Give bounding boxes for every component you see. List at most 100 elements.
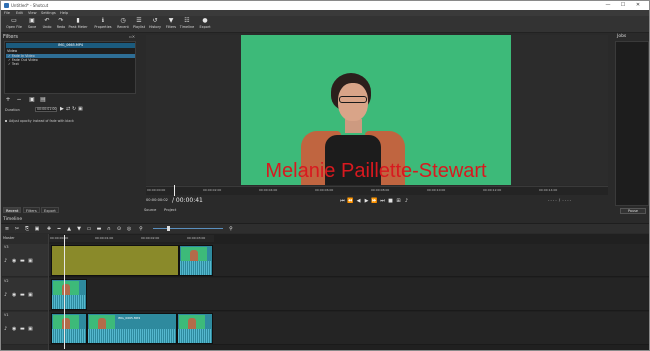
menu-file[interactable]: File: [4, 11, 10, 15]
menu-help[interactable]: Help: [60, 11, 68, 15]
step-back-icon[interactable]: ◀: [355, 198, 362, 204]
lock-icon[interactable]: ▣: [28, 326, 34, 332]
keyframe-icon[interactable]: ▶: [60, 107, 65, 112]
pause-jobs-button[interactable]: Pause: [620, 208, 646, 214]
menu-edit[interactable]: Edit: [16, 11, 23, 15]
tab-filters[interactable]: Filters: [23, 207, 40, 213]
fast-forward-icon[interactable]: ⏩: [371, 198, 378, 204]
skip-previous-icon[interactable]: ⏮: [339, 198, 346, 204]
player-playhead[interactable]: [174, 185, 175, 196]
tab-source[interactable]: Source: [144, 208, 156, 212]
tab-export[interactable]: Export: [41, 207, 59, 213]
paste-icon[interactable]: ▣: [34, 226, 40, 232]
lift-icon[interactable]: ▲: [66, 226, 72, 232]
track-v2[interactable]: [49, 278, 649, 311]
timeline-clip-color[interactable]: [51, 245, 179, 276]
audio-icon[interactable]: ♪: [4, 292, 10, 298]
timeline-clip[interactable]: IMG_0665.MP4: [87, 313, 177, 344]
filter-item-text[interactable]: ✓ Text: [6, 62, 135, 66]
add-filter-icon[interactable]: +: [5, 97, 11, 103]
stop-icon[interactable]: ■: [387, 198, 394, 204]
snap-icon[interactable]: ∩: [106, 226, 112, 232]
link-icon[interactable]: ⇄: [66, 107, 71, 112]
maximize-button[interactable]: ☐: [616, 2, 630, 9]
total-duration: / 00:00:41: [172, 197, 203, 204]
reset-icon[interactable]: ↻: [72, 107, 77, 112]
tab-project[interactable]: Project: [164, 208, 176, 212]
save-preset-icon[interactable]: ▣: [78, 107, 83, 112]
peak-meter-button[interactable]: ▮ Peak Meter: [67, 17, 89, 32]
video-player[interactable]: Melanie Paillette-Stewart: [146, 35, 608, 185]
lock-icon[interactable]: ▣: [28, 292, 34, 298]
split-icon[interactable]: ▭: [86, 226, 92, 232]
timeline-toolbar: ≡ ✂ ⎘ ▣ ✚ ━ ▲ ▼ ▭ ▬ ∩ ⊙ ◎ ⚲ ⚲: [1, 223, 649, 233]
track-v3[interactable]: [49, 244, 649, 277]
menu-view[interactable]: View: [28, 11, 37, 15]
grid-icon[interactable]: ⊞: [395, 198, 402, 204]
ripple-all-icon[interactable]: ◎: [126, 226, 132, 232]
track-header-v3[interactable]: V3 ♪ ◉ ▬ ▣: [2, 244, 48, 277]
cut-icon[interactable]: ✂: [14, 226, 20, 232]
peak-meter-label: Peak Meter: [68, 25, 88, 29]
track-v1[interactable]: IMG_0665.MP4: [49, 312, 649, 345]
copy-filter-icon[interactable]: ▣: [29, 97, 35, 103]
track-header-v2[interactable]: V2 ♪ ◉ ▬ ▣: [2, 278, 48, 311]
timeline-clip[interactable]: [177, 313, 213, 344]
in-out-point: - - - - / - - - -: [548, 198, 572, 202]
zoom-slider-handle[interactable]: [167, 226, 170, 231]
opacity-hint[interactable]: Adjust opacity instead of fade with blac…: [5, 119, 74, 123]
export-button[interactable]: ● Export: [194, 17, 216, 32]
zoom-in-icon[interactable]: ⚲: [228, 226, 234, 232]
timeline-ruler[interactable]: 00:00:00:00 00:00:01:00 00:00:02:00 00:0…: [49, 235, 214, 242]
shotcut-logo-icon: [4, 3, 9, 8]
menu-settings[interactable]: Settings: [41, 11, 56, 15]
skip-next-icon[interactable]: ⏭: [379, 198, 386, 204]
player-controls: 00:00:00:02 / 00:00:41 ⏮ ⏪ ◀ ▶ ⏩ ⏭ ■ ⊞ ♪…: [144, 197, 608, 205]
window-title: Untitled* - Shotcut: [11, 3, 49, 8]
checkbox-icon[interactable]: [5, 120, 7, 122]
close-button[interactable]: ✕: [631, 2, 645, 9]
playlist-icon: ☰: [136, 17, 142, 24]
audio-icon[interactable]: ♪: [4, 326, 10, 332]
eye-icon[interactable]: ◉: [12, 258, 18, 264]
eye-icon[interactable]: ◉: [12, 292, 18, 298]
current-timecode[interactable]: 00:00:00:02: [146, 198, 168, 202]
timeline-clip[interactable]: [51, 279, 87, 310]
timeline-panel-title: Timeline: [3, 217, 23, 222]
remove-icon[interactable]: ━: [56, 226, 62, 232]
composite-icon[interactable]: ▬: [20, 258, 26, 264]
timeline-clip[interactable]: [179, 245, 213, 276]
lock-icon[interactable]: ▣: [28, 258, 34, 264]
scrub-icon[interactable]: ▬: [96, 226, 102, 232]
clip-name: IMG_0665.MP4: [118, 316, 141, 320]
timeline-playhead[interactable]: [64, 235, 65, 349]
eye-icon[interactable]: ◉: [12, 326, 18, 332]
timeline-clip[interactable]: [51, 313, 87, 344]
composite-icon[interactable]: ▬: [20, 326, 26, 332]
copy-icon[interactable]: ⎘: [24, 226, 30, 232]
zoom-slider[interactable]: [153, 228, 223, 229]
player-ruler[interactable]: 00:00:00:00 00:00:02:00 00:00:04:00 00:0…: [146, 185, 608, 196]
rewind-icon[interactable]: ⏪: [347, 198, 354, 204]
audio-icon[interactable]: ♪: [4, 258, 10, 264]
timeline-menu-icon[interactable]: ≡: [4, 226, 10, 232]
tab-recent[interactable]: Recent: [3, 207, 22, 213]
main-toolbar: ▭ Open File ▣ Save ↶ Undo ↷ Redo ▮ Peak …: [1, 16, 649, 33]
filters-panel-close-icon[interactable]: ▫✕: [129, 34, 135, 39]
properties-button[interactable]: ℹ Properties: [92, 17, 114, 32]
minimize-button[interactable]: —: [601, 2, 615, 9]
ripple-icon[interactable]: ⊙: [116, 226, 122, 232]
track-header-v1[interactable]: V1 ♪ ◉ ▬ ▣: [2, 312, 48, 345]
ruler-tick: 00:00:12:00: [483, 188, 502, 192]
deselect-filter-icon[interactable]: ▤: [40, 97, 46, 103]
properties-label: Properties: [94, 25, 112, 29]
remove-filter-icon[interactable]: −: [16, 97, 22, 103]
jobs-panel-title: Jobs: [617, 34, 627, 39]
append-icon[interactable]: ✚: [46, 226, 52, 232]
composite-icon[interactable]: ▬: [20, 292, 26, 298]
overwrite-icon[interactable]: ▼: [76, 226, 82, 232]
play-icon[interactable]: ▶: [363, 198, 370, 204]
volume-icon[interactable]: ♪: [403, 198, 410, 204]
duration-field[interactable]: 00:00:01:00: [35, 107, 57, 112]
zoom-out-icon[interactable]: ⚲: [138, 226, 144, 232]
